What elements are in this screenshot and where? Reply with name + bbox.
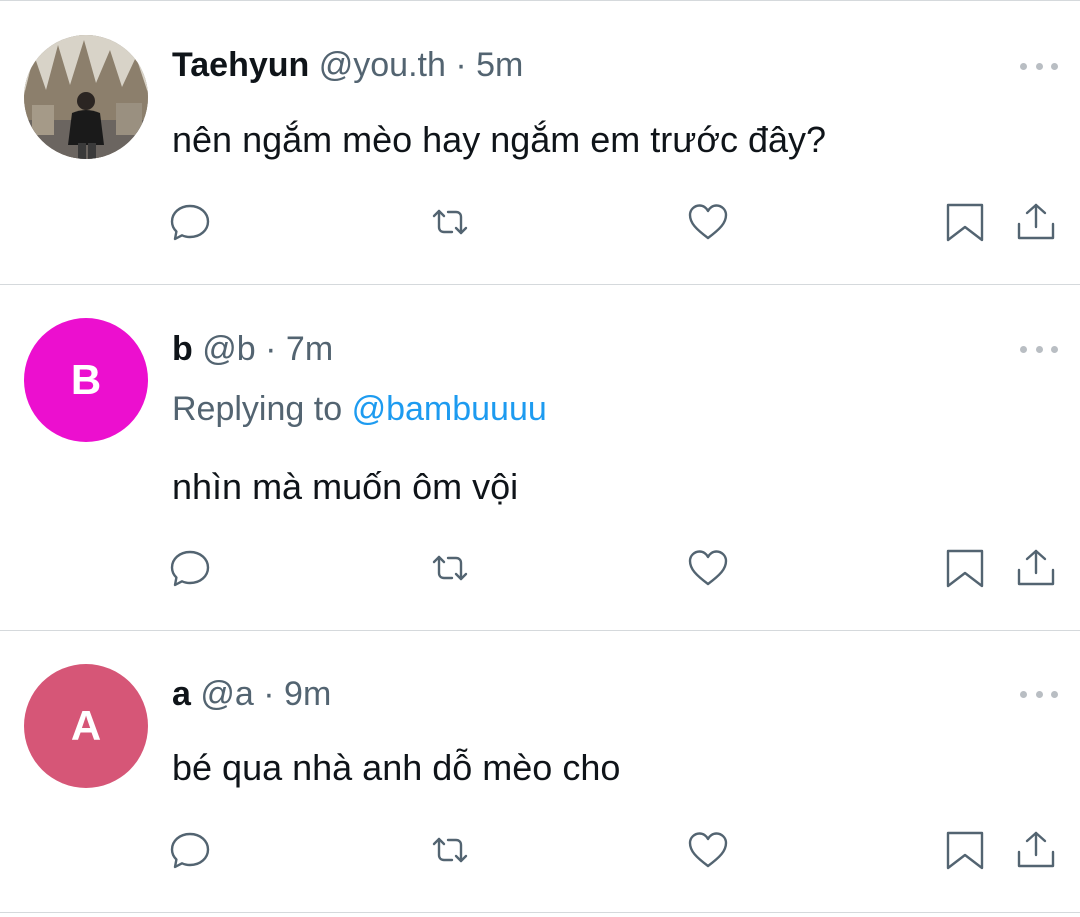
separator-dot: · <box>263 675 275 713</box>
tweet[interactable]: B b @b · 7m Replying to @bambuuuu nhìn m… <box>0 285 1080 630</box>
share-icon[interactable] <box>1014 200 1058 244</box>
bottom-divider <box>0 912 1080 913</box>
avatar[interactable]: B <box>24 318 148 442</box>
retweet-icon[interactable] <box>428 828 472 872</box>
bookmark-icon[interactable] <box>943 546 987 590</box>
share-icon[interactable] <box>1014 828 1058 872</box>
user-handle[interactable]: @a <box>200 675 253 713</box>
like-icon[interactable] <box>686 546 730 590</box>
timestamp[interactable]: 7m <box>286 330 333 368</box>
avatar-initial: A <box>70 702 102 749</box>
reply-icon[interactable] <box>168 828 212 872</box>
timestamp[interactable]: 9m <box>284 675 331 713</box>
avatar-initial: B <box>70 356 102 403</box>
avatar[interactable] <box>24 35 148 159</box>
display-name[interactable]: Taehyun <box>172 46 309 84</box>
replying-to-label: Replying to <box>172 390 343 428</box>
tweet-text: nhìn mà muốn ôm vội <box>172 466 519 507</box>
tweet[interactable]: A a @a · 9m bé qua nhà anh dỗ mèo cho <box>0 631 1080 911</box>
display-name[interactable]: b <box>172 330 193 368</box>
display-name[interactable]: a <box>172 675 191 713</box>
user-handle[interactable]: @you.th <box>319 46 446 84</box>
mention-link[interactable]: @bambuuuu <box>352 390 547 428</box>
reply-icon[interactable] <box>168 546 212 590</box>
retweet-icon[interactable] <box>428 546 472 590</box>
timestamp[interactable]: 5m <box>476 46 523 84</box>
share-icon[interactable] <box>1014 546 1058 590</box>
more-icon[interactable] <box>1020 344 1058 354</box>
separator-dot: · <box>265 330 277 368</box>
tweet-text: bé qua nhà anh dỗ mèo cho <box>172 747 621 788</box>
tweet-header: a @a · 9m <box>172 674 331 714</box>
tweet-header: Taehyun @you.th · 5m <box>172 45 523 85</box>
replying-to: Replying to @bambuuuu <box>172 389 547 429</box>
user-handle[interactable]: @b <box>202 330 255 368</box>
bookmark-icon[interactable] <box>943 828 987 872</box>
more-icon[interactable] <box>1020 61 1058 71</box>
like-icon[interactable] <box>686 828 730 872</box>
retweet-icon[interactable] <box>428 200 472 244</box>
separator-dot: · <box>455 46 467 84</box>
avatar[interactable]: A <box>24 664 148 788</box>
more-icon[interactable] <box>1020 689 1058 699</box>
bookmark-icon[interactable] <box>943 200 987 244</box>
tweet-text: nên ngắm mèo hay ngắm em trước đây? <box>172 119 827 160</box>
tweet-header: b @b · 7m <box>172 329 333 369</box>
avatar-photo <box>24 35 148 159</box>
tweet[interactable]: Taehyun @you.th · 5m nên ngắm mèo hay ng… <box>0 0 1080 284</box>
like-icon[interactable] <box>686 200 730 244</box>
reply-icon[interactable] <box>168 200 212 244</box>
